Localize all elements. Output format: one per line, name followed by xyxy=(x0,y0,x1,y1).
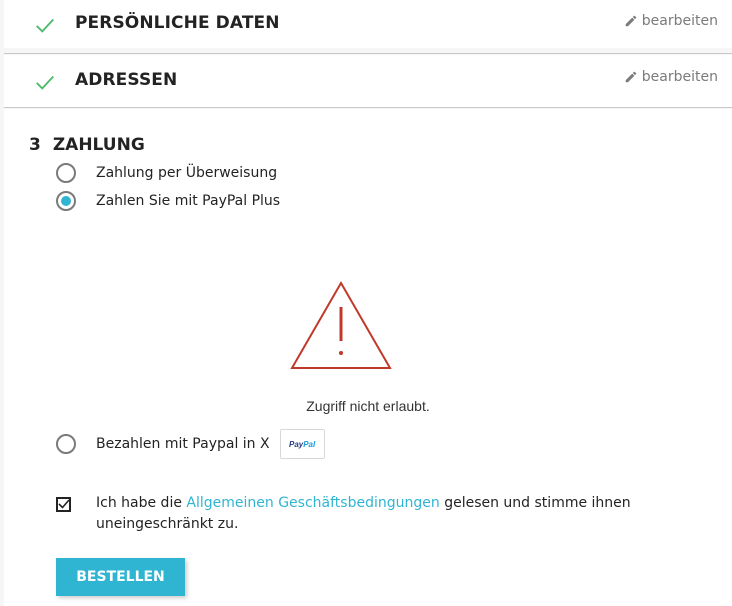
step-personal-data: PERSÖNLICHE DATEN bearbeiten xyxy=(4,0,732,48)
terms-agreement: Ich habe die Allgemeinen Geschäftsbeding… xyxy=(56,493,676,535)
edit-label: bearbeiten xyxy=(641,69,718,85)
step-title: ADRESSEN xyxy=(75,70,178,90)
step-title: PERSÖNLICHE DATEN xyxy=(75,13,280,33)
radio-button[interactable] xyxy=(56,163,76,183)
checkmark-icon xyxy=(58,499,70,509)
check-icon xyxy=(36,75,54,90)
warning-message: Zugriff nicht erlaubt. xyxy=(306,398,430,414)
terms-text: Ich habe die Allgemeinen Geschäftsbeding… xyxy=(96,495,631,532)
step-addresses: ADRESSEN bearbeiten xyxy=(4,55,732,107)
order-button[interactable]: BESTELLEN xyxy=(56,558,185,596)
pencil-icon xyxy=(625,71,637,83)
step-payment-heading: 3 ZAHLUNG xyxy=(29,135,145,155)
payment-option-label: Bezahlen mit Paypal in X xyxy=(96,436,270,452)
paypal-logo: Pay Pal xyxy=(279,429,325,459)
radio-button[interactable] xyxy=(56,434,76,454)
payment-option-bank-transfer[interactable]: Zahlung per Überweisung xyxy=(56,163,277,183)
divider xyxy=(4,53,732,54)
payment-option-paypal-plus[interactable]: Zahlen Sie mit PayPal Plus xyxy=(56,191,280,211)
terms-link[interactable]: Allgemeinen Geschäftsbedingungen xyxy=(186,495,439,511)
check-icon xyxy=(36,18,54,33)
warning-triangle-icon xyxy=(290,281,392,369)
radio-button[interactable] xyxy=(56,191,76,211)
payment-option-label: Zahlen Sie mit PayPal Plus xyxy=(96,193,281,209)
edit-addresses-link[interactable]: bearbeiten xyxy=(624,69,718,85)
step-number: 3 xyxy=(29,135,41,155)
step-title: ZAHLUNG xyxy=(52,135,145,155)
edit-personal-data-link[interactable]: bearbeiten xyxy=(624,13,718,29)
payment-option-paypal-x[interactable]: Bezahlen mit Paypal in X Pay Pal xyxy=(56,429,325,459)
pencil-icon xyxy=(625,15,637,27)
terms-checkbox[interactable] xyxy=(56,497,71,512)
payment-option-label: Zahlung per Überweisung xyxy=(96,165,278,181)
edit-label: bearbeiten xyxy=(641,13,718,29)
divider xyxy=(4,107,732,108)
step-payment: 3 ZAHLUNG Zahlung per Überweisung Zahlen … xyxy=(4,109,732,606)
